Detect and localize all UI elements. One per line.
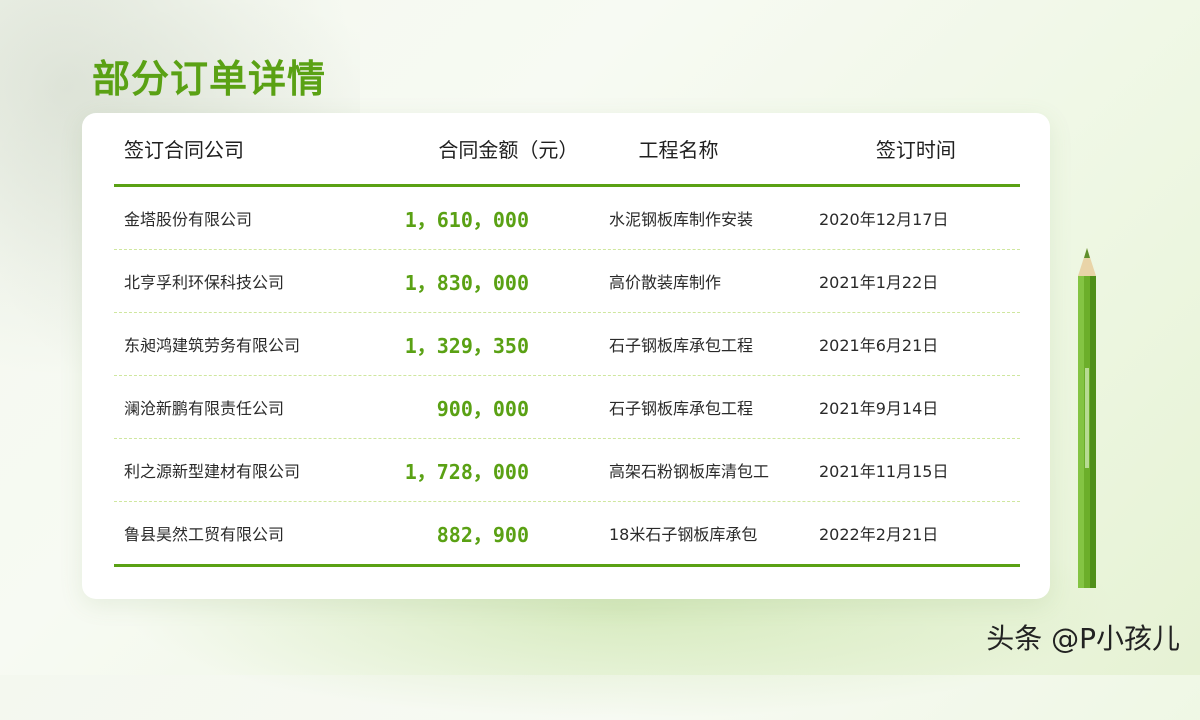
row-amount: 1，329，350 bbox=[404, 333, 529, 358]
row-company: 澜沧新鹏有限责任公司 bbox=[124, 399, 285, 418]
row-project: 水泥钢板库制作安装 bbox=[609, 210, 754, 229]
table-row: 金塔股份有限公司 1，610，000 水泥钢板库制作安装 2020年12月17日 bbox=[114, 187, 1020, 250]
row-company: 利之源新型建材有限公司 bbox=[124, 462, 301, 481]
row-amount: 882，900 bbox=[436, 522, 529, 547]
table-row: 北亨孚利环保科技公司 1，830，000 高价散装库制作 2021年1月22日 bbox=[114, 250, 1020, 313]
row-date: 2021年1月22日 bbox=[819, 273, 939, 292]
row-company: 鲁县昊然工贸有限公司 bbox=[124, 525, 285, 544]
row-company: 东昶鸿建筑劳务有限公司 bbox=[124, 336, 301, 355]
header-company: 签订合同公司 bbox=[124, 138, 244, 162]
row-date: 2021年9月14日 bbox=[819, 399, 939, 418]
row-project: 高架石粉钢板库清包工 bbox=[609, 462, 770, 481]
row-amount: 900，000 bbox=[436, 396, 529, 421]
row-date: 2020年12月17日 bbox=[819, 210, 949, 229]
row-date: 2021年6月21日 bbox=[819, 336, 939, 355]
row-project: 石子钢板库承包工程 bbox=[609, 399, 754, 418]
row-company: 金塔股份有限公司 bbox=[124, 210, 253, 229]
pencil-illustration bbox=[1078, 248, 1096, 588]
table-row: 东昶鸿建筑劳务有限公司 1，329，350 石子钢板库承包工程 2021年6月2… bbox=[114, 313, 1020, 376]
row-amount: 1，830，000 bbox=[404, 270, 529, 295]
row-date: 2021年11月15日 bbox=[819, 462, 949, 481]
row-project: 高价散装库制作 bbox=[609, 273, 722, 292]
watermark-text: 头条 @P小孩儿 bbox=[986, 622, 1180, 655]
row-amount: 1，610，000 bbox=[404, 207, 529, 232]
header-date: 签订时间 bbox=[875, 138, 956, 162]
row-project: 18米石子钢板库承包 bbox=[609, 525, 758, 544]
orders-table: 签订合同公司 合同金额（元） 工程名称 签订时间 金塔股份有限公司 1，610，… bbox=[114, 113, 1020, 567]
row-date: 2022年2月21日 bbox=[819, 525, 939, 544]
header-project: 工程名称 bbox=[638, 138, 719, 162]
table-body: 金塔股份有限公司 1，610，000 水泥钢板库制作安装 2020年12月17日… bbox=[114, 187, 1020, 567]
page-title: 部分订单详情 bbox=[92, 57, 327, 101]
table-header-row: 签订合同公司 合同金额（元） 工程名称 签订时间 bbox=[114, 113, 1020, 187]
table-row: 鲁县昊然工贸有限公司 882，900 18米石子钢板库承包 2022年2月21日 bbox=[114, 502, 1020, 564]
table-row: 利之源新型建材有限公司 1，728，000 高架石粉钢板库清包工 2021年11… bbox=[114, 439, 1020, 502]
table-row: 澜沧新鹏有限责任公司 900，000 石子钢板库承包工程 2021年9月14日 bbox=[114, 376, 1020, 439]
row-amount: 1，728，000 bbox=[404, 459, 529, 484]
orders-card: 签订合同公司 合同金额（元） 工程名称 签订时间 金塔股份有限公司 1，610，… bbox=[82, 113, 1050, 599]
header-amount: 合同金额（元） bbox=[438, 138, 579, 162]
row-project: 石子钢板库承包工程 bbox=[609, 336, 754, 355]
row-company: 北亨孚利环保科技公司 bbox=[124, 273, 285, 292]
